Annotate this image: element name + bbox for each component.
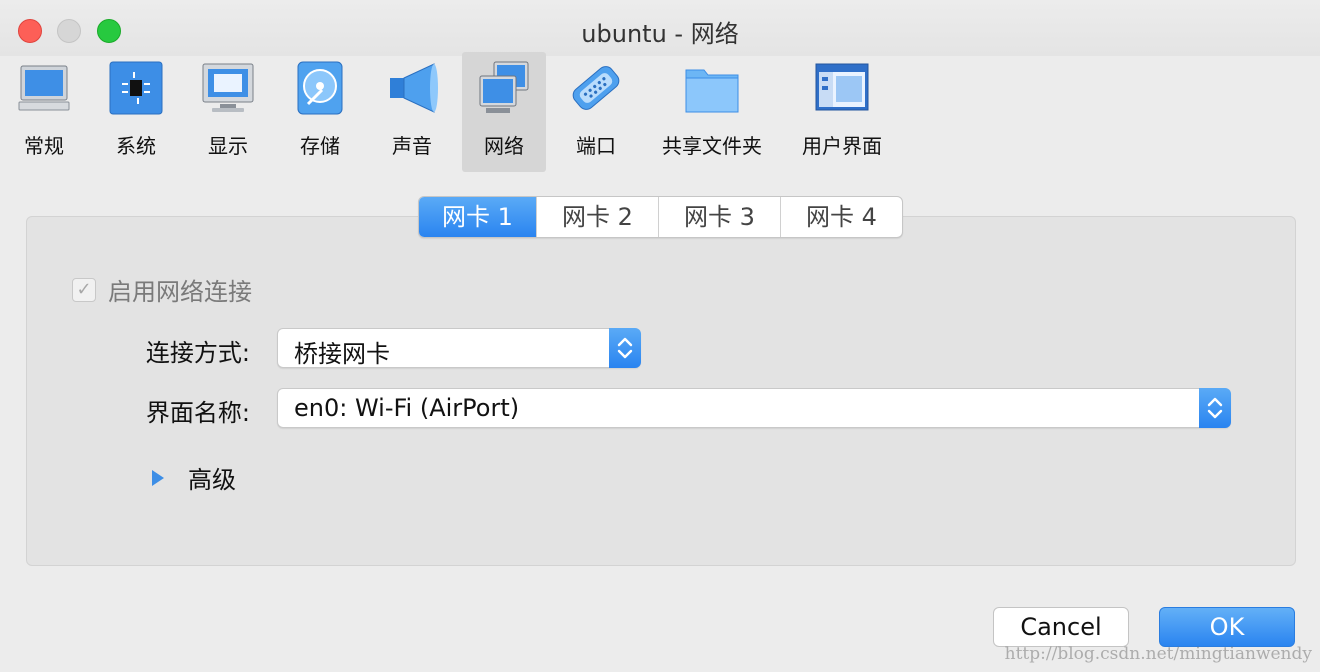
speaker-icon	[390, 63, 438, 113]
toolbar-item-serial-ports[interactable]: 端口	[558, 52, 634, 172]
window-ui-icon	[815, 63, 869, 111]
toolbar-item-user-interface[interactable]: 用户界面	[796, 52, 888, 172]
tab-adapter-1[interactable]: 网卡 1	[419, 197, 536, 237]
enable-adapter-row: ✓ 启用网络连接	[72, 272, 252, 307]
ok-button[interactable]: OK	[1159, 607, 1295, 647]
disclosure-triangle-icon[interactable]	[150, 468, 166, 488]
toolbar-item-display[interactable]: 显示	[190, 52, 266, 172]
watermark-text: http://blog.csdn.net/mingtianwendy	[1004, 644, 1312, 664]
toolbar-item-network[interactable]: 网络	[462, 52, 546, 172]
up-down-chevron-icon	[609, 328, 641, 368]
title-bar: ubuntu - 网络	[0, 0, 1320, 56]
attach-label: 连接方式:	[145, 339, 250, 367]
interface-name-label: 界面名称:	[145, 399, 250, 427]
toolbar-item-storage[interactable]: 存储	[282, 52, 358, 172]
attach-mode-select[interactable]: 桥接网卡	[277, 328, 641, 368]
display-icon	[202, 63, 254, 112]
tab-adapter-4[interactable]: 网卡 4	[780, 197, 902, 237]
toolbar-item-audio[interactable]: 声音	[374, 52, 450, 172]
advanced-label: 高级	[188, 466, 236, 494]
cancel-button[interactable]: Cancel	[993, 607, 1129, 647]
adapter-tabs: 网卡 1 网卡 2 网卡 3 网卡 4	[418, 196, 903, 238]
window-title: ubuntu - 网络	[581, 20, 739, 48]
toolbar-item-general[interactable]: 常规	[6, 52, 82, 172]
interface-name-select[interactable]: en0: Wi-Fi (AirPort)	[277, 388, 1231, 428]
enable-adapter-label: 启用网络连接	[108, 278, 252, 306]
serial-port-icon	[572, 66, 620, 110]
attach-mode-value: 桥接网卡	[294, 340, 390, 368]
monitor-general-icon	[18, 65, 70, 111]
advanced-disclosure[interactable]: 高级	[150, 460, 236, 495]
toolbar-item-shared-folders[interactable]: 共享文件夹	[658, 52, 766, 172]
interface-name-value: en0: Wi-Fi (AirPort)	[294, 394, 520, 422]
tab-adapter-2[interactable]: 网卡 2	[536, 197, 658, 237]
toolbar-item-system[interactable]: 系统	[98, 52, 174, 172]
checkmark-icon: ✓	[76, 279, 92, 300]
network-icon	[479, 61, 529, 113]
chip-icon	[109, 61, 163, 115]
settings-toolbar: 常规 系统 显示 存储 声音 网络 端口 共享文件夹 用户界面	[0, 52, 1320, 172]
enable-adapter-checkbox[interactable]: ✓	[72, 277, 96, 302]
folder-icon	[685, 69, 739, 113]
up-down-chevron-icon	[1199, 388, 1231, 428]
tab-adapter-3[interactable]: 网卡 3	[658, 197, 780, 237]
disk-icon	[297, 61, 343, 115]
